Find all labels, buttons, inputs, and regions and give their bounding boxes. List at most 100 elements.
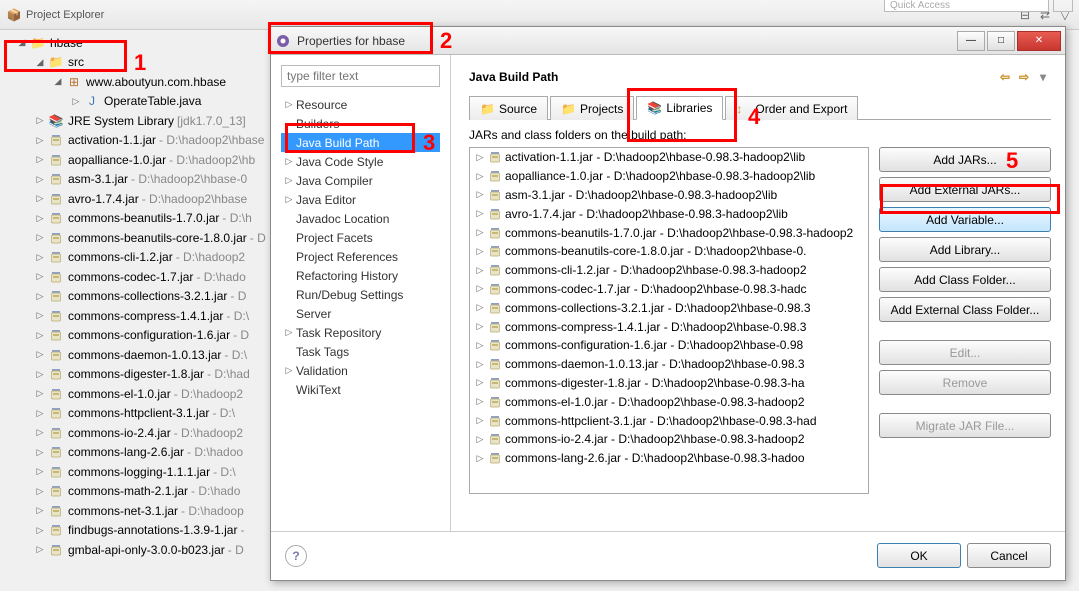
category-resource[interactable]: ▷Resource — [281, 95, 440, 114]
collapse-icon[interactable]: ▷ — [34, 310, 46, 322]
build-path-jar[interactable]: ▷commons-beanutils-core-1.8.0.jar - D:\h… — [470, 242, 868, 261]
build-path-jar[interactable]: ▷commons-digester-1.8.jar - D:\hadoop2\h… — [470, 374, 868, 393]
forward-icon[interactable]: ⇨ — [1016, 69, 1032, 85]
collapse-icon[interactable]: ▷ — [474, 302, 486, 314]
build-path-jar[interactable]: ▷commons-lang-2.6.jar - D:\hadoop2\hbase… — [470, 449, 868, 468]
tab-libraries[interactable]: 📚Libraries — [636, 96, 723, 120]
expand-icon[interactable]: ▷ — [284, 194, 294, 206]
expand-icon[interactable]: ▷ — [284, 175, 294, 187]
collapse-icon[interactable]: ▷ — [474, 321, 486, 333]
collapse-icon[interactable]: ▷ — [34, 251, 46, 263]
collapse-icon[interactable]: ▷ — [34, 232, 46, 244]
expand-icon[interactable]: ◢ — [34, 56, 46, 68]
collapse-icon[interactable]: ▷ — [34, 446, 46, 458]
collapse-icon[interactable]: ▷ — [474, 245, 486, 257]
ok-button[interactable]: OK — [877, 543, 961, 568]
expand-icon[interactable]: ▷ — [284, 365, 294, 377]
build-path-jar[interactable]: ▷aopalliance-1.0.jar - D:\hadoop2\hbase-… — [470, 167, 868, 186]
collapse-icon[interactable]: ▷ — [474, 452, 486, 464]
dialog-titlebar[interactable]: Properties for hbase — □ ✕ — [271, 27, 1065, 55]
collapse-icon[interactable]: ▷ — [34, 349, 46, 361]
category-run-debug-settings[interactable]: Run/Debug Settings — [281, 285, 440, 304]
collapse-icon[interactable]: ▷ — [474, 396, 486, 408]
quick-access-box[interactable]: Quick Access — [884, 0, 1049, 12]
category-wikitext[interactable]: WikiText — [281, 380, 440, 399]
build-path-jar[interactable]: ▷commons-el-1.0.jar - D:\hadoop2\hbase-0… — [470, 392, 868, 411]
build-path-jar[interactable]: ▷commons-compress-1.4.1.jar - D:\hadoop2… — [470, 317, 868, 336]
category-java-build-path[interactable]: Java Build Path — [281, 133, 440, 152]
expand-icon[interactable] — [284, 213, 294, 225]
collapse-icon[interactable]: ▷ — [474, 151, 486, 163]
expand-icon[interactable] — [284, 137, 294, 149]
collapse-icon[interactable]: ▷ — [34, 115, 46, 127]
filter-input[interactable] — [281, 65, 440, 87]
collapse-icon[interactable]: ▷ — [34, 466, 46, 478]
expand-icon[interactable] — [284, 270, 294, 282]
collapse-icon[interactable]: ▷ — [474, 433, 486, 445]
collapse-icon[interactable]: ▷ — [34, 154, 46, 166]
collapse-icon[interactable]: ▷ — [474, 377, 486, 389]
expand-icon[interactable] — [284, 289, 294, 301]
minimize-button[interactable]: — — [957, 31, 985, 51]
maximize-button[interactable]: □ — [987, 31, 1015, 51]
category-java-code-style[interactable]: ▷Java Code Style — [281, 152, 440, 171]
expand-icon[interactable]: ◢ — [16, 37, 28, 49]
collapse-icon[interactable]: ▷ — [474, 358, 486, 370]
build-path-jar[interactable]: ▷commons-cli-1.2.jar - D:\hadoop2\hbase-… — [470, 261, 868, 280]
collapse-icon[interactable]: ▷ — [34, 407, 46, 419]
add-library-button[interactable]: Add Library... — [879, 237, 1051, 262]
add-variable-button[interactable]: Add Variable... — [879, 207, 1051, 232]
expand-icon[interactable] — [284, 308, 294, 320]
collapse-icon[interactable]: ▷ — [474, 339, 486, 351]
collapse-icon[interactable]: ▷ — [34, 212, 46, 224]
build-path-jar[interactable]: ▷activation-1.1.jar - D:\hadoop2\hbase-0… — [470, 148, 868, 167]
expand-icon[interactable]: ◢ — [52, 76, 64, 88]
build-path-jar[interactable]: ▷commons-io-2.4.jar - D:\hadoop2\hbase-0… — [470, 430, 868, 449]
build-path-jar[interactable]: ▷commons-configuration-1.6.jar - D:\hado… — [470, 336, 868, 355]
collapse-icon[interactable]: ▷ — [474, 170, 486, 182]
back-icon[interactable]: ⇦ — [997, 69, 1013, 85]
build-path-jar[interactable]: ▷commons-codec-1.7.jar - D:\hadoop2\hbas… — [470, 280, 868, 299]
collapse-icon[interactable]: ▷ — [474, 189, 486, 201]
add-class-folder-button[interactable]: Add Class Folder... — [879, 267, 1051, 292]
collapse-icon[interactable]: ▷ — [474, 264, 486, 276]
tab-projects[interactable]: 📁Projects — [550, 96, 634, 120]
category-project-facets[interactable]: Project Facets — [281, 228, 440, 247]
expand-icon[interactable] — [284, 346, 294, 358]
build-path-jar[interactable]: ▷commons-beanutils-1.7.0.jar - D:\hadoop… — [470, 223, 868, 242]
collapse-icon[interactable]: ▷ — [34, 544, 46, 556]
collapse-icon[interactable]: ▷ — [34, 134, 46, 146]
add-external-class-folder-button[interactable]: Add External Class Folder... — [879, 297, 1051, 322]
build-path-jar[interactable]: ▷asm-3.1.jar - D:\hadoop2\hbase-0.98.3-h… — [470, 186, 868, 205]
collapse-icon[interactable]: ▷ — [34, 505, 46, 517]
dropdown-icon[interactable]: ▾ — [1035, 69, 1051, 85]
category-refactoring-history[interactable]: Refactoring History — [281, 266, 440, 285]
collapse-icon[interactable]: ▷ — [34, 427, 46, 439]
tab-order-and-export[interactable]: ↕Order and Export — [725, 96, 858, 120]
build-path-jar[interactable]: ▷commons-daemon-1.0.13.jar - D:\hadoop2\… — [470, 355, 868, 374]
collapse-icon[interactable]: ▷ — [474, 208, 486, 220]
build-path-jar[interactable]: ▷avro-1.7.4.jar - D:\hadoop2\hbase-0.98.… — [470, 204, 868, 223]
category-task-tags[interactable]: Task Tags — [281, 342, 440, 361]
edit-button[interactable]: Edit... — [879, 340, 1051, 365]
collapse-icon[interactable]: ▷ — [474, 415, 486, 427]
collapse-icon[interactable]: ▷ — [34, 329, 46, 341]
collapse-icon[interactable]: ▷ — [70, 95, 82, 107]
expand-icon[interactable]: ▷ — [284, 99, 294, 111]
cancel-button[interactable]: Cancel — [967, 543, 1051, 568]
add-external-jars-button[interactable]: Add External JARs... — [879, 177, 1051, 202]
collapse-icon[interactable]: ▷ — [34, 193, 46, 205]
category-validation[interactable]: ▷Validation — [281, 361, 440, 380]
collapse-icon[interactable]: ▷ — [34, 290, 46, 302]
category-server[interactable]: Server — [281, 304, 440, 323]
help-icon[interactable]: ? — [285, 545, 307, 567]
add-jars-button[interactable]: Add JARs... — [879, 147, 1051, 172]
category-java-editor[interactable]: ▷Java Editor — [281, 190, 440, 209]
collapse-icon[interactable]: ▷ — [34, 485, 46, 497]
category-builders[interactable]: Builders — [281, 114, 440, 133]
category-javadoc-location[interactable]: Javadoc Location — [281, 209, 440, 228]
expand-icon[interactable]: ▷ — [284, 327, 294, 339]
collapse-icon[interactable]: ▷ — [34, 368, 46, 380]
category-project-references[interactable]: Project References — [281, 247, 440, 266]
close-button[interactable]: ✕ — [1017, 31, 1061, 51]
